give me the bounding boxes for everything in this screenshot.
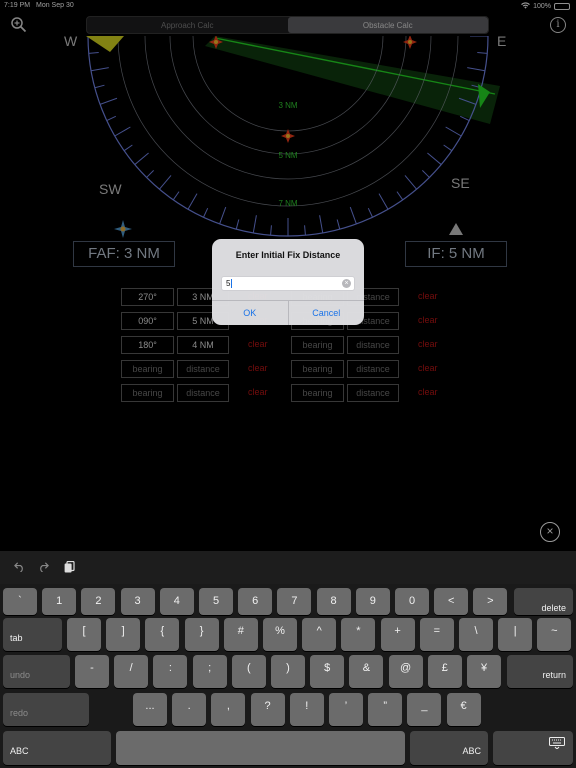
onscreen-keyboard: ` 1 2 3 4 5 6 7 8 9 0 < > delete tab[]{} #% ^ * + = \ | ~ undo -…: [0, 551, 576, 768]
text-caret: [231, 279, 233, 289]
key[interactable]: 5: [199, 588, 233, 615]
initial-fix-distance-input[interactable]: 5 ×: [221, 276, 355, 291]
key[interactable]: ): [271, 655, 305, 688]
key[interactable]: >: [473, 588, 508, 615]
alert-title: Enter Initial Fix Distance: [235, 250, 341, 260]
key[interactable]: ¥: [467, 655, 501, 688]
key[interactable]: 6: [238, 588, 273, 615]
key[interactable]: /: [114, 655, 149, 688]
key[interactable]: ?: [250, 693, 285, 726]
key[interactable]: :: [153, 655, 188, 688]
return-key[interactable]: return: [507, 655, 573, 688]
undo-key[interactable]: undo: [3, 655, 70, 688]
key[interactable]: -: [75, 655, 109, 688]
key[interactable]: ”: [368, 693, 403, 726]
key[interactable]: [: [67, 618, 101, 651]
key[interactable]: @: [388, 655, 423, 688]
undo-icon[interactable]: [14, 561, 25, 575]
key[interactable]: *: [341, 618, 376, 651]
key[interactable]: |: [498, 618, 533, 651]
key[interactable]: ~: [537, 618, 572, 651]
key[interactable]: 9: [355, 588, 390, 615]
key[interactable]: ’: [329, 693, 363, 726]
ok-button[interactable]: OK: [212, 301, 288, 325]
redo-key[interactable]: redo: [3, 693, 89, 726]
alert-buttons: OK Cancel: [212, 300, 364, 325]
key[interactable]: <: [434, 588, 469, 615]
key[interactable]: (: [231, 655, 266, 688]
key[interactable]: ]: [106, 618, 141, 651]
key[interactable]: =: [419, 618, 454, 651]
cancel-button[interactable]: Cancel: [287, 301, 365, 325]
key[interactable]: €: [446, 693, 481, 726]
key[interactable]: ...: [133, 693, 167, 726]
key[interactable]: £: [427, 655, 462, 688]
key[interactable]: 7: [277, 588, 312, 615]
clear-text-icon[interactable]: ×: [342, 279, 351, 288]
keyboard-shortcut-bar: [0, 551, 576, 584]
abc-key-right[interactable]: ABC: [410, 731, 488, 765]
key[interactable]: 2: [81, 588, 116, 615]
key[interactable]: ,: [211, 693, 246, 726]
key[interactable]: _: [407, 693, 442, 726]
hide-keyboard-icon: [549, 733, 565, 760]
key[interactable]: 4: [159, 588, 194, 615]
key[interactable]: !: [289, 693, 324, 726]
key[interactable]: $: [310, 655, 345, 688]
paste-icon[interactable]: [64, 560, 75, 576]
key[interactable]: 3: [120, 588, 155, 615]
key[interactable]: }: [184, 618, 219, 651]
key[interactable]: {: [145, 618, 180, 651]
key[interactable]: %: [263, 618, 297, 651]
key[interactable]: .: [172, 693, 207, 726]
initial-fix-distance-alert: Enter Initial Fix Distance 5 × OK Cancel: [212, 239, 364, 325]
close-icon[interactable]: ×: [540, 522, 560, 542]
key[interactable]: \: [459, 618, 493, 651]
key[interactable]: ;: [192, 655, 227, 688]
key[interactable]: `: [3, 588, 37, 615]
key[interactable]: &: [349, 655, 384, 688]
redo-icon[interactable]: [38, 561, 49, 575]
key[interactable]: 8: [316, 588, 351, 615]
abc-key-left[interactable]: ABC: [3, 731, 111, 765]
delete-key[interactable]: delete: [514, 588, 573, 615]
key[interactable]: 0: [395, 588, 429, 615]
tab-key[interactable]: tab: [3, 618, 62, 651]
key[interactable]: +: [380, 618, 415, 651]
space-bar[interactable]: [116, 731, 405, 765]
hide-keyboard-key[interactable]: [493, 731, 573, 765]
input-value: 5: [226, 279, 231, 288]
key[interactable]: #: [223, 618, 258, 651]
key[interactable]: 1: [42, 588, 77, 615]
key[interactable]: ^: [302, 618, 337, 651]
